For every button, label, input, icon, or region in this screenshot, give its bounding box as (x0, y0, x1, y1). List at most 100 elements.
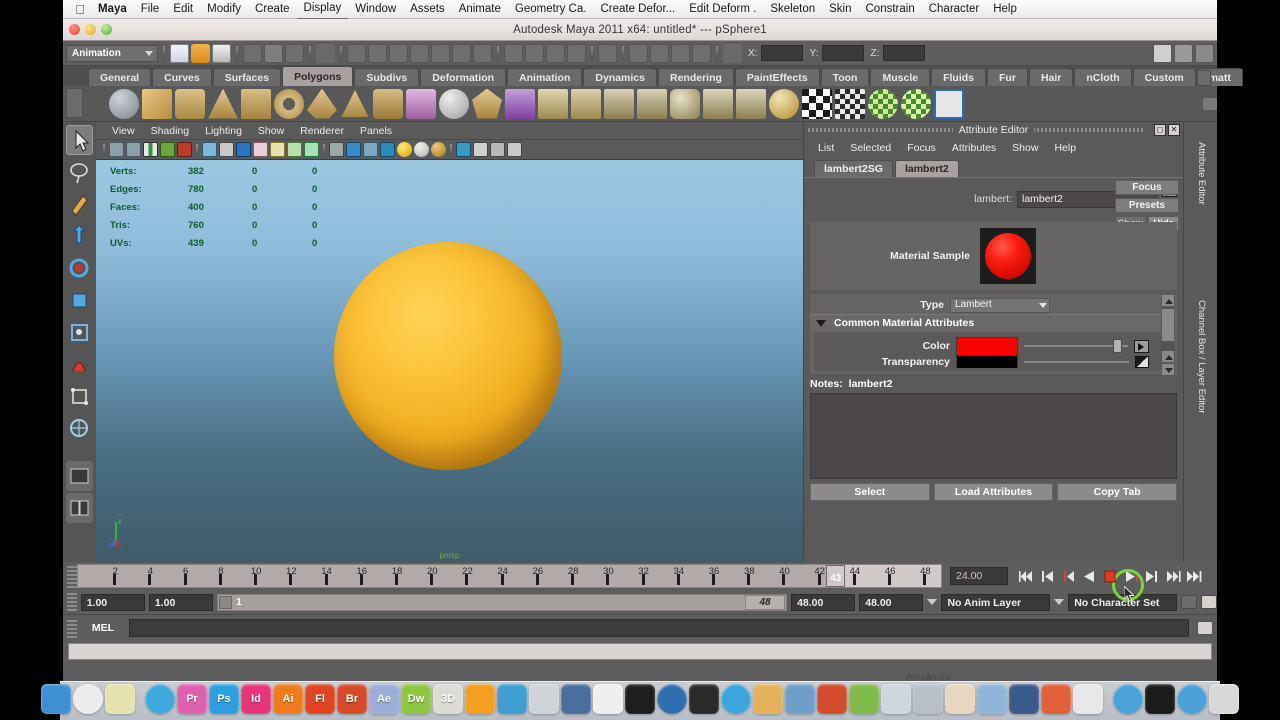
shelf-tab-animation[interactable]: Animation (507, 68, 583, 86)
snap-live-icon[interactable] (598, 43, 617, 63)
os-menu-constrain[interactable]: Constrain (859, 0, 922, 19)
dock-item-launchpad-icon[interactable] (73, 684, 103, 714)
shelf-tab-painteffects[interactable]: PaintEffects (734, 68, 820, 86)
os-menu-help[interactable]: Help (986, 0, 1024, 19)
step-forward-key-icon[interactable] (1144, 569, 1160, 584)
script-editor-icon[interactable] (1197, 620, 1213, 635)
ae-menu-help[interactable]: Help (1046, 142, 1084, 154)
poly-bridge-icon[interactable] (604, 88, 634, 119)
viewport-menu-lighting[interactable]: Lighting (197, 125, 250, 137)
dock-item-aftereffects-icon[interactable]: Ae (369, 684, 399, 714)
undock-icon[interactable]: ◻ (1154, 124, 1166, 136)
dock-item-messenger-icon[interactable] (1113, 684, 1143, 714)
step-forward-frame-icon[interactable] (1165, 569, 1181, 584)
bookmark-icon[interactable] (143, 142, 158, 157)
shelf-tab-muscle[interactable]: Muscle (870, 68, 931, 86)
gate-mask-icon[interactable] (253, 142, 268, 157)
os-menu-window[interactable]: Window (348, 0, 403, 19)
anim-layer-chevron-icon[interactable] (927, 599, 938, 605)
quick-layout-single-icon[interactable] (66, 461, 93, 491)
inner-scroll-up-icon[interactable] (1161, 350, 1175, 363)
poly-uv-cylindrical-icon[interactable] (868, 88, 898, 119)
animation-end-time-field[interactable]: 48.00 (859, 593, 924, 611)
dock-item-flash-icon[interactable]: Fl (305, 684, 335, 714)
texture-toggle-icon[interactable] (456, 142, 471, 157)
color-swatch[interactable] (956, 336, 1018, 356)
shelf-trash-icon[interactable] (1197, 70, 1211, 86)
dock-item-globe-icon[interactable] (657, 684, 687, 714)
dock-item-calendar-icon[interactable] (593, 684, 623, 714)
attribute-editor-vertical-tab[interactable]: Attribute Editor (1196, 142, 1207, 205)
poly-uv-checker-icon[interactable] (802, 88, 832, 119)
os-menu-character[interactable]: Character (922, 0, 987, 19)
dock-item-notes-icon[interactable] (105, 684, 135, 714)
shadows-icon[interactable] (431, 142, 446, 157)
viewport-menu-panels[interactable]: Panels (352, 125, 400, 137)
os-menu-file[interactable]: File (134, 0, 167, 19)
poly-uv-spherical-icon[interactable] (901, 88, 931, 119)
soft-modification-icon[interactable] (66, 349, 93, 379)
play-backwards-icon[interactable] (1081, 569, 1097, 584)
poly-bevel-icon[interactable] (571, 88, 601, 119)
safe-title-icon[interactable] (304, 142, 319, 157)
command-line-grip[interactable] (67, 617, 77, 638)
command-input[interactable] (129, 618, 1189, 637)
dock-item-app-icon-2[interactable] (881, 684, 911, 714)
shelf-scroll-up-icon[interactable] (1203, 97, 1217, 110)
poly-triangulate-icon[interactable] (703, 88, 733, 119)
load-attributes-button[interactable]: Load Attributes (933, 483, 1054, 501)
render-current-frame-icon[interactable] (650, 43, 669, 63)
dock-item-indesign-icon[interactable]: Id (241, 684, 271, 714)
menu-set-selector[interactable]: Animation (66, 44, 158, 62)
dock-item-premiere-icon[interactable]: Pr (177, 684, 207, 714)
poly-sphere-icon[interactable] (109, 88, 139, 119)
dock-item-finder-icon[interactable] (41, 684, 71, 714)
transparency-map-button[interactable] (1135, 356, 1149, 368)
viewport-menu-show[interactable]: Show (250, 125, 292, 137)
poly-cube-icon[interactable] (142, 88, 172, 119)
select-by-object-icon[interactable] (264, 43, 283, 63)
poly-smooth-icon[interactable] (670, 88, 700, 119)
smooth-shade-all-icon[interactable] (346, 142, 361, 157)
poly-uv-planar-icon[interactable] (835, 88, 865, 119)
os-menu-skeleton[interactable]: Skeleton (763, 0, 822, 19)
ae-menu-list[interactable]: List (810, 142, 842, 154)
scrollbar-thumb[interactable] (1161, 308, 1175, 342)
dock-item-hand-icon[interactable] (625, 684, 655, 714)
save-scene-icon[interactable] (212, 43, 231, 63)
ae-tab-lambert2[interactable]: lambert2 (894, 160, 959, 177)
sphere-object[interactable] (334, 242, 562, 470)
copy-tab-button[interactable]: Copy Tab (1057, 483, 1178, 501)
shelf-tab-ncloth[interactable]: nCloth (1074, 68, 1132, 86)
range-slider-bar[interactable]: 1 48 (217, 593, 788, 611)
poly-plane-icon[interactable] (241, 88, 271, 119)
select-curves-icon[interactable] (389, 43, 408, 63)
safe-action-icon[interactable] (287, 142, 302, 157)
dock-item-skype-icon[interactable] (1041, 684, 1071, 714)
anim-layer-dropdown[interactable]: No Anim Layer (941, 593, 1051, 611)
dock-item-app-icon-4[interactable] (945, 684, 975, 714)
show-channel-box-icon[interactable] (1195, 43, 1214, 63)
ipr-render-icon[interactable] (671, 43, 690, 63)
dock-item-photoshop-icon[interactable]: Ps (209, 684, 239, 714)
dock-item-terminal-icon[interactable] (1145, 684, 1175, 714)
transform-mode-icon[interactable] (723, 43, 742, 63)
go-to-end-icon[interactable] (1186, 569, 1202, 584)
viewport-3d[interactable]: Verts: 382 0 0 Edges: 780 0 0 Faces: 400 0 0 Tris: 76… (96, 160, 803, 562)
os-menu-create-deformers[interactable]: Create Defor... (593, 0, 682, 19)
shelf-tab-polygons[interactable]: Polygons (282, 66, 354, 86)
os-menu-edit[interactable]: Edit (166, 0, 200, 19)
dock-item-safari-icon[interactable] (145, 684, 175, 714)
camera-attributes-icon[interactable] (126, 142, 141, 157)
ae-menu-show[interactable]: Show (1004, 142, 1046, 154)
dock-item-sketch-icon[interactable] (465, 684, 495, 714)
shelf-tab-surfaces[interactable]: Surfaces (212, 68, 282, 86)
select-button[interactable]: Select (810, 483, 930, 501)
xray-icon[interactable] (473, 142, 488, 157)
ae-menu-focus[interactable]: Focus (899, 142, 944, 154)
character-set-dropdown[interactable]: No Character Set (1068, 593, 1177, 611)
shelf-tab-fluids[interactable]: Fluids (931, 68, 987, 86)
dock-item-paint-icon[interactable] (529, 684, 559, 714)
select-deformations-icon[interactable] (431, 43, 450, 63)
paint-select-tool-icon[interactable] (66, 189, 93, 219)
